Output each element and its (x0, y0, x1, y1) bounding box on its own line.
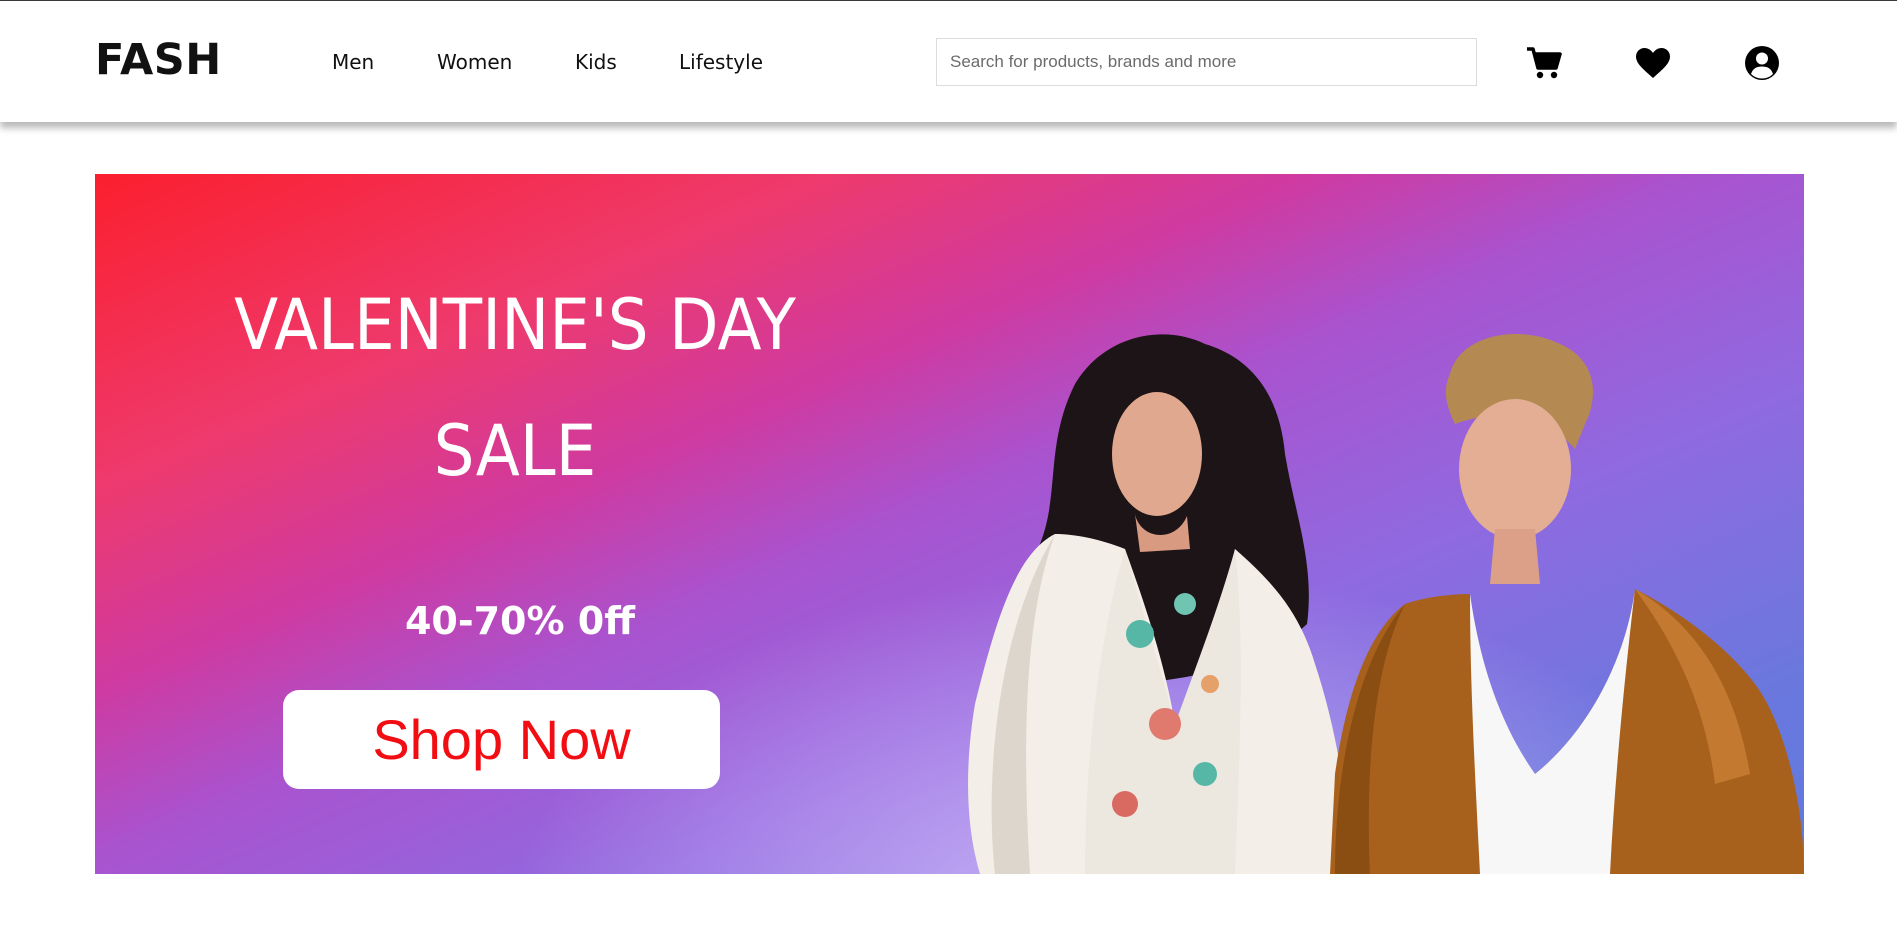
nav-link-men[interactable]: Men (332, 50, 374, 74)
discount-text: 40-70% 0ff (404, 599, 636, 643)
nav-link-women[interactable]: Women (437, 50, 512, 74)
banner-heading: VALENTINE'S DAY SALE (211, 262, 818, 514)
nav-link-lifestyle[interactable]: Lifestyle (679, 50, 763, 74)
models-photo (968, 334, 1804, 874)
banner-heading-line2: SALE (433, 410, 597, 492)
brand-logo[interactable]: FASH (95, 35, 222, 85)
user-circle-icon[interactable] (1743, 45, 1781, 81)
nav-link-kids[interactable]: Kids (575, 50, 617, 74)
banner-heading-line1: VALENTINE'S DAY (234, 284, 796, 366)
search-input[interactable] (936, 38, 1477, 86)
heart-icon[interactable] (1634, 45, 1672, 81)
shop-now-button[interactable]: Shop Now (283, 690, 720, 789)
cart-icon[interactable] (1525, 45, 1563, 81)
hero-banner: VALENTINE'S DAY SALE 40-70% 0ff Shop Now (95, 174, 1804, 874)
navbar: FASH Men Women Kids Lifestyle (0, 1, 1897, 122)
